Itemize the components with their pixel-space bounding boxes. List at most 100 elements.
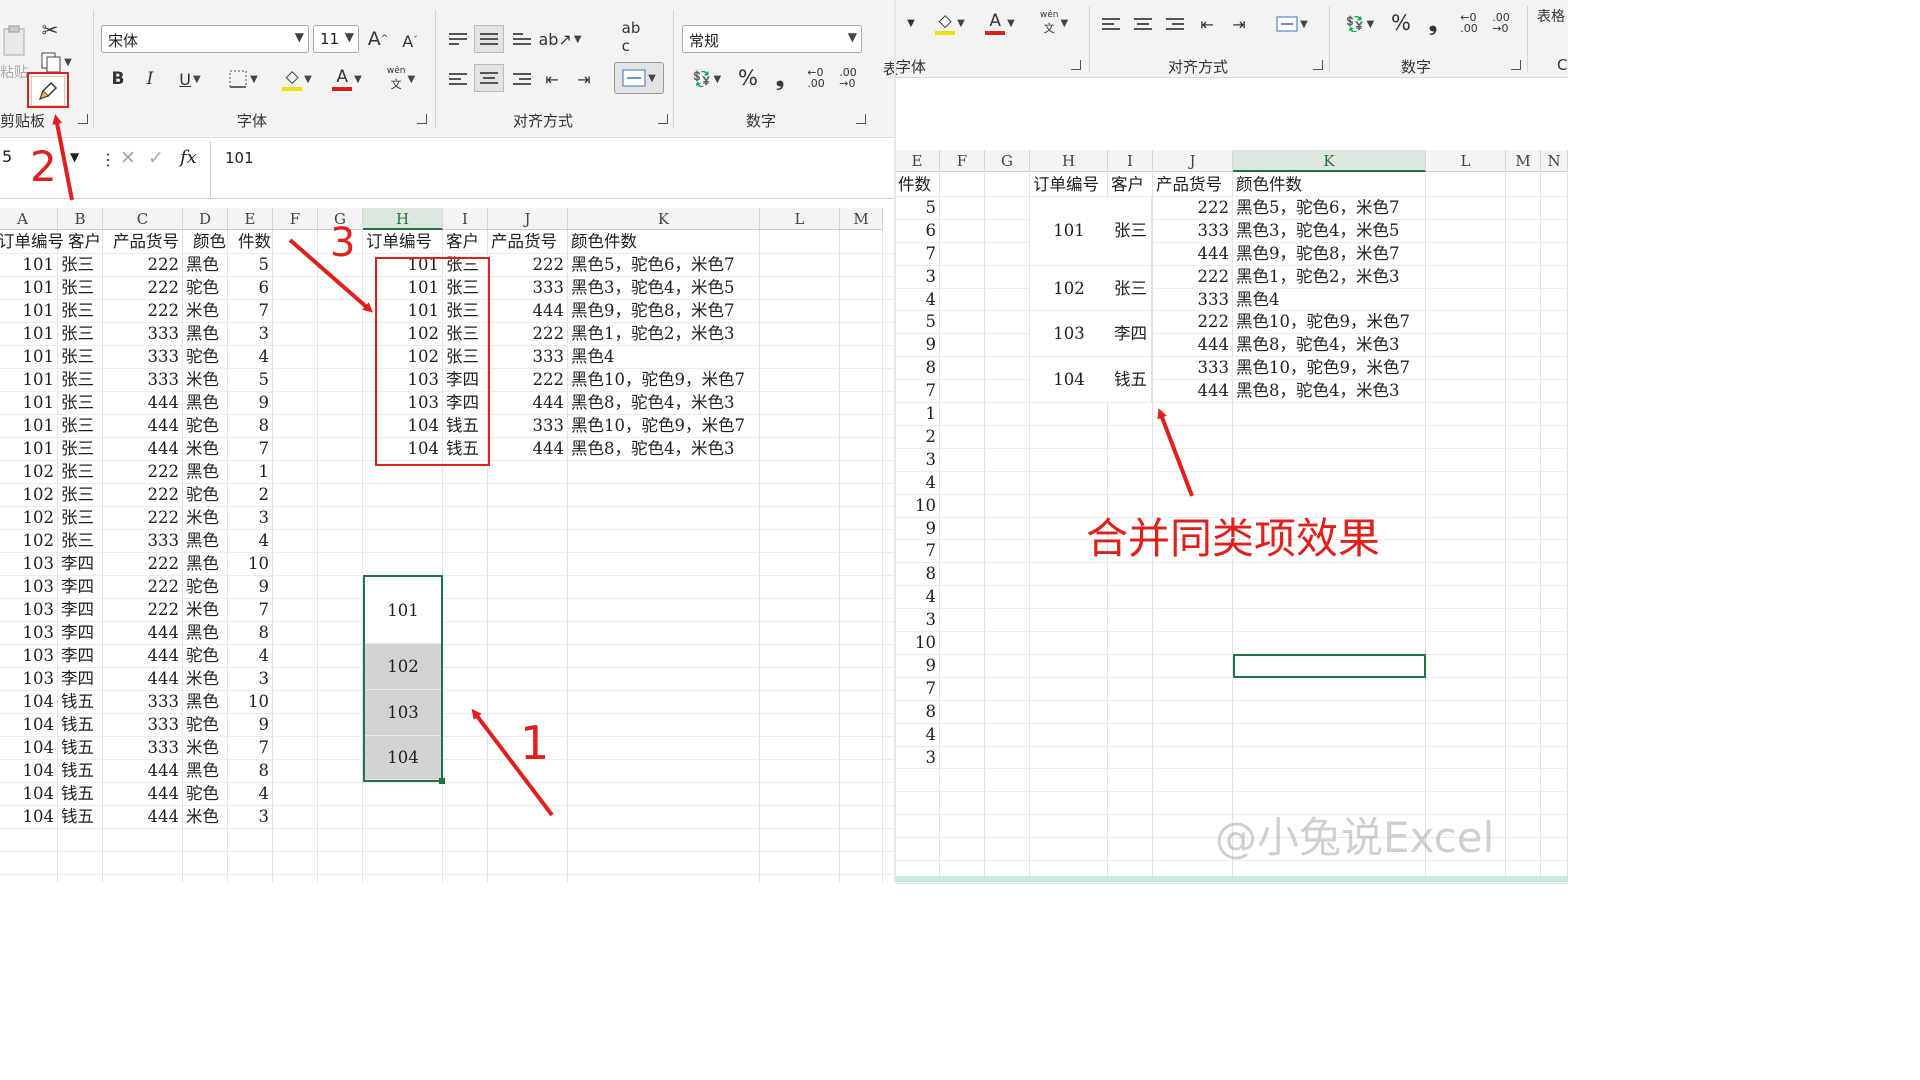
data-cell[interactable]: 101 xyxy=(0,368,55,391)
summary-cell[interactable]: 黑色3，驼色4，米色5 xyxy=(571,276,735,299)
align-center-icon-right[interactable] xyxy=(1131,12,1155,36)
increase-indent-icon-right[interactable]: ⇥ xyxy=(1227,12,1251,36)
merged-cells-block[interactable]: 101 102 103 104 xyxy=(363,575,445,784)
increase-decimal-button[interactable]: ←0.00 xyxy=(802,64,830,92)
detail-color-cell[interactable]: 黑色4 xyxy=(1236,288,1280,311)
detail-code-cell[interactable]: 222 xyxy=(1153,265,1230,288)
data-cell[interactable]: 黑色 xyxy=(186,621,219,644)
data-cell[interactable]: 钱五 xyxy=(61,805,94,828)
data-cell[interactable]: 张三 xyxy=(61,299,94,322)
data-cell[interactable]: 钱五 xyxy=(61,782,94,805)
data-cell[interactable]: 钱五 xyxy=(61,690,94,713)
header-cell[interactable]: 客户 xyxy=(1111,173,1144,196)
align-center-icon[interactable] xyxy=(474,64,504,92)
wrap-text-icon[interactable]: ab c xyxy=(616,19,646,55)
data-cell[interactable]: 黑色 xyxy=(186,322,219,345)
e-value-cell[interactable]: 7 xyxy=(895,379,937,402)
column-header-L[interactable]: L xyxy=(1426,150,1506,172)
e-value-cell[interactable]: 6 xyxy=(895,219,937,242)
data-cell[interactable]: 李四 xyxy=(61,598,94,621)
header-cell[interactable]: 件数 xyxy=(238,230,271,253)
data-cell[interactable]: 104 xyxy=(0,736,55,759)
data-cell[interactable]: 黑色 xyxy=(186,690,219,713)
italic-button[interactable]: I xyxy=(140,66,160,92)
data-cell[interactable]: 7 xyxy=(228,736,270,759)
e-value-cell[interactable]: 7 xyxy=(895,677,937,700)
data-cell[interactable]: 李四 xyxy=(61,575,94,598)
data-cell[interactable]: 222 xyxy=(103,460,180,483)
dropdown-caret-icon[interactable]: ▼ xyxy=(903,12,919,34)
data-cell[interactable]: 444 xyxy=(103,805,180,828)
e-value-cell[interactable]: 8 xyxy=(895,700,937,723)
data-cell[interactable]: 222 xyxy=(103,253,180,276)
merged-customer-cell[interactable]: 钱五 xyxy=(1108,368,1153,391)
data-cell[interactable]: 钱五 xyxy=(61,736,94,759)
data-cell[interactable]: 222 xyxy=(103,483,180,506)
data-cell[interactable]: 444 xyxy=(103,782,180,805)
column-header-H[interactable]: H xyxy=(1030,150,1108,172)
merged-customer-cell[interactable]: 张三 xyxy=(1108,219,1153,242)
data-cell[interactable]: 101 xyxy=(0,322,55,345)
e-value-cell[interactable]: 3 xyxy=(895,746,937,769)
data-cell[interactable]: 米色 xyxy=(186,667,219,690)
data-cell[interactable]: 444 xyxy=(103,759,180,782)
data-cell[interactable]: 10 xyxy=(228,552,269,575)
data-cell[interactable]: 333 xyxy=(103,690,180,713)
column-header-J[interactable]: J xyxy=(1153,150,1233,172)
e-value-cell[interactable]: 9 xyxy=(895,333,937,356)
data-cell[interactable]: 张三 xyxy=(61,460,94,483)
formula-input[interactable]: 101 xyxy=(210,141,895,197)
data-cell[interactable]: 米色 xyxy=(186,506,219,529)
detail-code-cell[interactable]: 333 xyxy=(1153,219,1230,242)
e-value-cell[interactable]: 3 xyxy=(895,265,937,288)
data-cell[interactable]: 9 xyxy=(228,575,270,598)
align-middle-icon[interactable] xyxy=(474,25,504,53)
summary-cell[interactable]: 222 xyxy=(488,253,565,276)
header-cell[interactable]: 产品货号 xyxy=(113,230,179,253)
column-header-I[interactable]: I xyxy=(1108,150,1153,172)
merged-customer-cell[interactable]: 张三 xyxy=(1108,277,1153,300)
data-cell[interactable]: 8 xyxy=(228,759,270,782)
detail-color-cell[interactable]: 黑色1，驼色2，米色3 xyxy=(1236,265,1400,288)
shrink-font-button[interactable]: Aˇ xyxy=(398,28,422,54)
header-cell[interactable]: 产品货号 xyxy=(1156,173,1222,196)
detail-code-cell[interactable]: 444 xyxy=(1153,242,1230,265)
data-cell[interactable]: 米色 xyxy=(186,598,219,621)
merged-order-cell[interactable]: 102 xyxy=(1030,277,1108,300)
border-button[interactable]: ▼ xyxy=(222,66,264,92)
data-cell[interactable]: 10 xyxy=(228,690,269,713)
e-value-cell[interactable]: 7 xyxy=(895,242,937,265)
fx-icon[interactable]: fx xyxy=(180,147,197,168)
data-cell[interactable]: 444 xyxy=(103,667,180,690)
e-value-cell[interactable]: 3 xyxy=(895,448,937,471)
increase-indent-icon[interactable]: ⇥ xyxy=(572,66,596,92)
data-cell[interactable]: 米色 xyxy=(186,736,219,759)
align-right-icon[interactable] xyxy=(510,66,534,92)
data-cell[interactable]: 9 xyxy=(228,713,270,736)
data-cell[interactable]: 3 xyxy=(228,322,270,345)
column-header-L[interactable]: L xyxy=(760,208,840,230)
data-cell[interactable]: 1 xyxy=(228,460,270,483)
data-cell[interactable]: 3 xyxy=(228,506,270,529)
column-header-H[interactable]: H xyxy=(363,208,443,230)
column-header-J[interactable]: J xyxy=(488,208,568,230)
summary-header-cell[interactable]: 颜色件数 xyxy=(571,230,637,253)
summary-cell[interactable]: 黑色10，驼色9，米色7 xyxy=(571,368,745,391)
data-cell[interactable]: 张三 xyxy=(61,368,94,391)
font-name-select[interactable]: 宋体 ▼ xyxy=(101,25,309,53)
data-cell[interactable]: 104 xyxy=(0,759,55,782)
font-launcher-icon[interactable] xyxy=(417,114,427,124)
column-header-F[interactable]: F xyxy=(940,150,985,172)
data-cell[interactable]: 222 xyxy=(103,506,180,529)
paste-icon[interactable] xyxy=(0,20,28,60)
data-cell[interactable]: 103 xyxy=(0,621,55,644)
data-cell[interactable]: 驼色 xyxy=(186,644,219,667)
e-value-cell[interactable]: 4 xyxy=(895,288,937,311)
detail-code-cell[interactable]: 222 xyxy=(1153,196,1230,219)
summary-cell[interactable]: 333 xyxy=(488,345,565,368)
data-cell[interactable]: 驼色 xyxy=(186,782,219,805)
summary-cell[interactable]: 黑色8，驼色4，米色3 xyxy=(571,437,735,460)
column-header-M[interactable]: M xyxy=(840,208,883,230)
detail-color-cell[interactable]: 黑色8，驼色4，米色3 xyxy=(1236,333,1400,356)
data-cell[interactable]: 4 xyxy=(228,644,270,667)
